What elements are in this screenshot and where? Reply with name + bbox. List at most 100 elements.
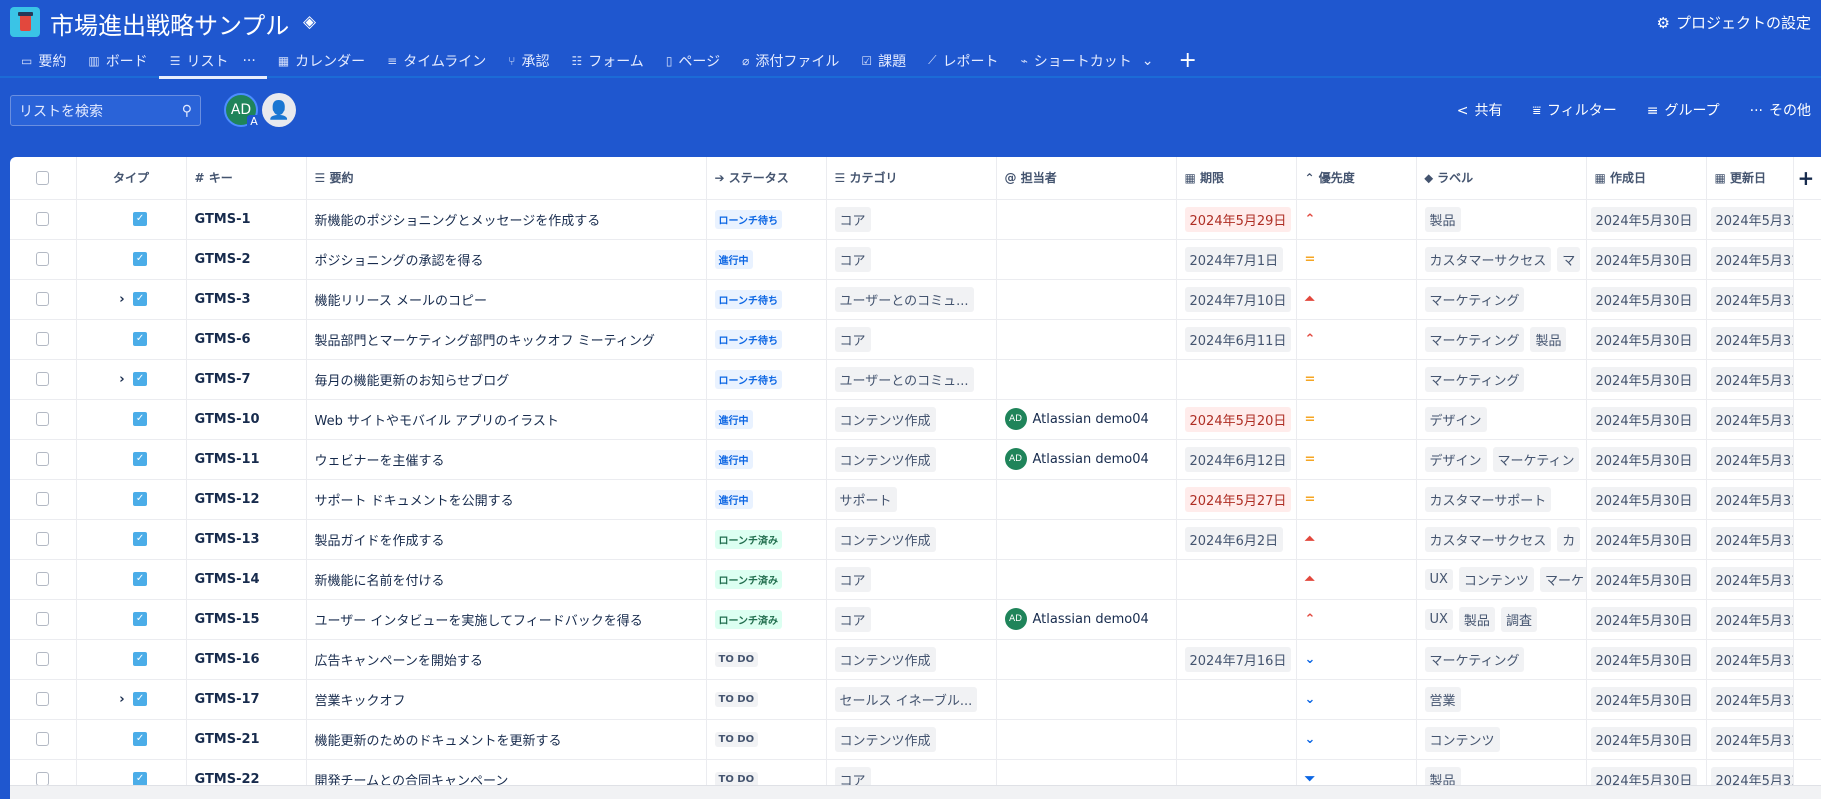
issue-summary[interactable]: 製品ガイドを作成する: [306, 519, 707, 560]
table-row[interactable]: ✓ GTMS-16 広告キャンペーンを開始する TO DO コンテンツ作成 2024年7月…: [10, 639, 1821, 680]
table-row[interactable]: ✓ GTMS-12 サポート ドキュメントを公開する 進行中 サポート 2024年5月27…: [10, 479, 1821, 520]
row-checkbox[interactable]: [10, 719, 77, 760]
status-cell[interactable]: TO DO: [706, 719, 827, 760]
category-cell[interactable]: サポート: [826, 479, 997, 520]
priority-cell[interactable]: =: [1296, 359, 1417, 400]
labels-cell[interactable]: コンテンツ: [1416, 719, 1587, 760]
tab-summary[interactable]: ▭ 要約: [10, 44, 77, 77]
category-cell[interactable]: コア: [826, 599, 997, 640]
status-cell[interactable]: 進行中: [706, 239, 827, 280]
add-tab-button[interactable]: +: [1165, 44, 1211, 77]
assignee-cell[interactable]: [996, 639, 1177, 680]
category-cell[interactable]: セールス イネーブル...: [826, 679, 997, 720]
priority-cell[interactable]: ⌄: [1296, 639, 1417, 680]
labels-cell[interactable]: デザイン マーケティン: [1416, 439, 1587, 480]
assignee-cell[interactable]: [996, 679, 1177, 720]
tab-more-button[interactable]: ···: [242, 53, 255, 69]
row-checkbox[interactable]: [10, 519, 77, 560]
due-date-cell[interactable]: 2024年6月2日: [1176, 519, 1297, 560]
due-date-cell[interactable]: 2024年7月10日: [1176, 279, 1297, 320]
tab-page[interactable]: ▯ ページ: [655, 44, 731, 77]
select-all-checkbox[interactable]: [10, 157, 77, 200]
due-date-cell[interactable]: 2024年5月27日: [1176, 479, 1297, 520]
category-cell[interactable]: コア: [826, 559, 997, 600]
tab-approval[interactable]: ⑂ 承認: [497, 44, 560, 77]
priority-cell[interactable]: =: [1296, 439, 1417, 480]
due-date-cell[interactable]: [1176, 559, 1297, 600]
assignee-cell[interactable]: [996, 239, 1177, 280]
assignee-cell[interactable]: [996, 479, 1177, 520]
category-cell[interactable]: コンテンツ作成: [826, 399, 997, 440]
issue-summary[interactable]: 機能更新のためのドキュメントを更新する: [306, 719, 707, 760]
chevron-down-icon[interactable]: ⌄: [1142, 53, 1154, 69]
tab-timeline[interactable]: ≡ タイムライン: [376, 44, 497, 77]
issue-key[interactable]: GTMS-17: [186, 679, 307, 720]
row-checkbox[interactable]: [10, 199, 77, 240]
category-cell[interactable]: コア: [826, 239, 997, 280]
issue-key[interactable]: GTMS-14: [186, 559, 307, 600]
labels-cell[interactable]: 製品: [1416, 199, 1587, 240]
category-cell[interactable]: コンテンツ作成: [826, 719, 997, 760]
issue-key[interactable]: GTMS-16: [186, 639, 307, 680]
status-cell[interactable]: 進行中: [706, 439, 827, 480]
status-cell[interactable]: ローンチ済み: [706, 599, 827, 640]
tab-board[interactable]: ▥ ボード: [77, 44, 158, 77]
labels-cell[interactable]: マーケティング 製品: [1416, 319, 1587, 360]
row-checkbox[interactable]: [10, 679, 77, 720]
table-row[interactable]: ✓ GTMS-14 新機能に名前を付ける ローンチ済み コア ⏶ UX コンテンツ マーケ 202…: [10, 559, 1821, 600]
paint-bucket-icon[interactable]: ◈: [303, 12, 316, 32]
assignee-cell[interactable]: [996, 719, 1177, 760]
assignee-cell[interactable]: [996, 199, 1177, 240]
row-checkbox[interactable]: [10, 399, 77, 440]
status-cell[interactable]: ローンチ済み: [706, 519, 827, 560]
due-date-cell[interactable]: 2024年7月16日: [1176, 639, 1297, 680]
status-cell[interactable]: ローンチ待ち: [706, 319, 827, 360]
share-button[interactable]: < 共有: [1457, 100, 1503, 120]
row-checkbox[interactable]: [10, 239, 77, 280]
priority-cell[interactable]: =: [1296, 399, 1417, 440]
issue-key[interactable]: GTMS-11: [186, 439, 307, 480]
labels-cell[interactable]: UX コンテンツ マーケ: [1416, 559, 1587, 600]
column-labels[interactable]: ⬥ ラベル: [1416, 157, 1587, 200]
issue-summary[interactable]: 営業キックオフ: [306, 679, 707, 720]
status-cell[interactable]: ローンチ済み: [706, 559, 827, 600]
issue-key[interactable]: GTMS-13: [186, 519, 307, 560]
due-date-cell[interactable]: [1176, 719, 1297, 760]
issue-summary[interactable]: 新機能に名前を付ける: [306, 559, 707, 600]
search-input[interactable]: リストを検索 ⚲: [10, 95, 201, 126]
labels-cell[interactable]: デザイン: [1416, 399, 1587, 440]
add-column-button[interactable]: +: [1793, 157, 1821, 200]
priority-cell[interactable]: ⏶: [1296, 559, 1417, 600]
labels-cell[interactable]: マーケティング: [1416, 639, 1587, 680]
assignee-cell[interactable]: AD Atlassian demo04: [996, 439, 1177, 480]
assignee-cell[interactable]: AD Atlassian demo04: [996, 599, 1177, 640]
category-cell[interactable]: コンテンツ作成: [826, 639, 997, 680]
column-updated[interactable]: ▦ 更新日: [1706, 157, 1794, 200]
due-date-cell[interactable]: 2024年5月29日: [1176, 199, 1297, 240]
priority-cell[interactable]: =: [1296, 239, 1417, 280]
due-date-cell[interactable]: 2024年7月1日: [1176, 239, 1297, 280]
priority-cell[interactable]: ⌃: [1296, 199, 1417, 240]
table-row[interactable]: ✓ GTMS-6 製品部門とマーケティング部門のキックオフ ミーティング ローンチ待ち…: [10, 319, 1821, 360]
tab-issue[interactable]: ☑ 課題: [850, 44, 917, 77]
table-row[interactable]: ✓ GTMS-1 新機能のポジショニングとメッセージを作成する ローンチ待ち コア 202…: [10, 199, 1821, 240]
filter-button[interactable]: ⩸ フィルター: [1532, 100, 1616, 120]
issue-key[interactable]: GTMS-21: [186, 719, 307, 760]
column-summary[interactable]: ☰ 要約: [306, 157, 707, 200]
row-checkbox[interactable]: [10, 279, 77, 320]
labels-cell[interactable]: マーケティング: [1416, 279, 1587, 320]
expand-chevron-icon[interactable]: ›: [115, 692, 129, 707]
table-row[interactable]: ✓ GTMS-13 製品ガイドを作成する ローンチ済み コンテンツ作成 2024年6月2日…: [10, 519, 1821, 560]
issue-key[interactable]: GTMS-10: [186, 399, 307, 440]
category-cell[interactable]: コンテンツ作成: [826, 439, 997, 480]
issue-summary[interactable]: 機能リリース メールのコピー: [306, 279, 707, 320]
issue-summary[interactable]: 広告キャンペーンを開始する: [306, 639, 707, 680]
row-checkbox[interactable]: [10, 599, 77, 640]
assignee-cell[interactable]: [996, 319, 1177, 360]
category-cell[interactable]: コア: [826, 319, 997, 360]
column-assignee[interactable]: @ 担当者: [996, 157, 1177, 200]
category-cell[interactable]: ユーザーとのコミュ...: [826, 359, 997, 400]
column-type[interactable]: タイプ: [76, 157, 187, 200]
row-checkbox[interactable]: [10, 559, 77, 600]
expand-chevron-icon[interactable]: ›: [115, 372, 129, 387]
